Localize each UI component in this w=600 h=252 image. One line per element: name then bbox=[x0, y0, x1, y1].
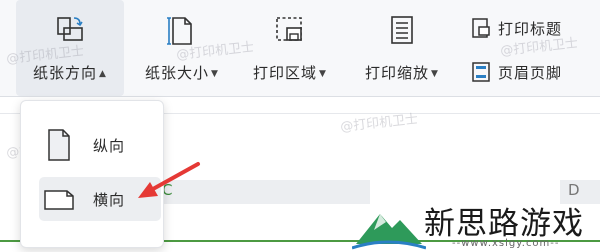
chevron-up-icon: ▲ bbox=[99, 69, 107, 79]
print-titles-icon bbox=[472, 18, 490, 38]
print-area-label: 打印区域 ▼ bbox=[253, 64, 327, 82]
column-header-d[interactable]: D bbox=[568, 181, 580, 199]
print-scale-icon bbox=[391, 16, 413, 44]
brand-logo-icon bbox=[352, 214, 426, 250]
brand-name: 新思路游戏 bbox=[424, 206, 584, 242]
print-area-icon bbox=[276, 17, 302, 41]
header-footer-button[interactable]: 页眉页脚 bbox=[470, 58, 562, 86]
chevron-down-icon: ▼ bbox=[211, 69, 219, 79]
landscape-page-icon bbox=[44, 190, 74, 210]
portrait-page-icon bbox=[48, 129, 70, 161]
portrait-label: 纵向 bbox=[93, 136, 126, 155]
print-area-button[interactable]: 打印区域 ▼ bbox=[240, 0, 340, 96]
header-footer-label: 页眉页脚 bbox=[498, 63, 563, 82]
red-arrow-icon bbox=[138, 162, 200, 198]
brand-url: --www.xslgy.com-- bbox=[452, 238, 560, 249]
landscape-label: 横向 bbox=[93, 190, 126, 209]
chevron-down-icon: ▼ bbox=[431, 69, 439, 79]
header-footer-icon bbox=[472, 62, 490, 82]
paper-size-label: 纸张大小 ▼ bbox=[145, 64, 219, 82]
paper-orientation-label: 纸张方向 ▲ bbox=[33, 64, 107, 82]
chevron-down-icon: ▼ bbox=[319, 69, 327, 79]
print-scale-label: 打印缩放 ▼ bbox=[365, 64, 439, 82]
print-scale-button[interactable]: 打印缩放 ▼ bbox=[350, 0, 454, 96]
